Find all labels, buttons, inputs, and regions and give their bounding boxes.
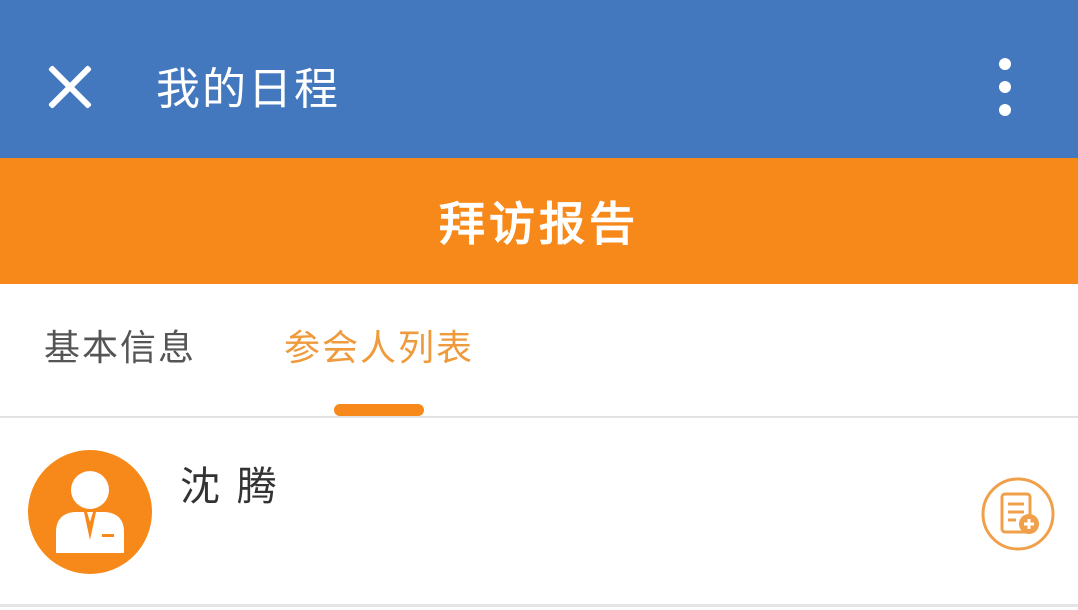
page-title: 我的日程 xyxy=(156,64,340,115)
tab-attendee-list[interactable]: 参会人列表 xyxy=(284,324,474,374)
add-report-icon[interactable] xyxy=(980,476,1056,552)
close-icon[interactable] xyxy=(38,54,102,118)
app-bar: 我的日程 xyxy=(0,0,1078,158)
banner-title: 拜访报告 xyxy=(439,197,639,251)
tab-bar: 基本信息 参会人列表 xyxy=(0,284,1078,418)
attendee-list-item[interactable]: 沈 腾 xyxy=(0,418,1078,607)
active-tab-indicator xyxy=(334,404,424,416)
section-banner: 拜访报告 xyxy=(0,158,1078,284)
person-icon xyxy=(28,450,152,574)
more-vertical-icon[interactable] xyxy=(984,54,1028,120)
tab-basic-info[interactable]: 基本信息 xyxy=(44,324,196,374)
attendee-name: 沈 腾 xyxy=(180,464,279,510)
